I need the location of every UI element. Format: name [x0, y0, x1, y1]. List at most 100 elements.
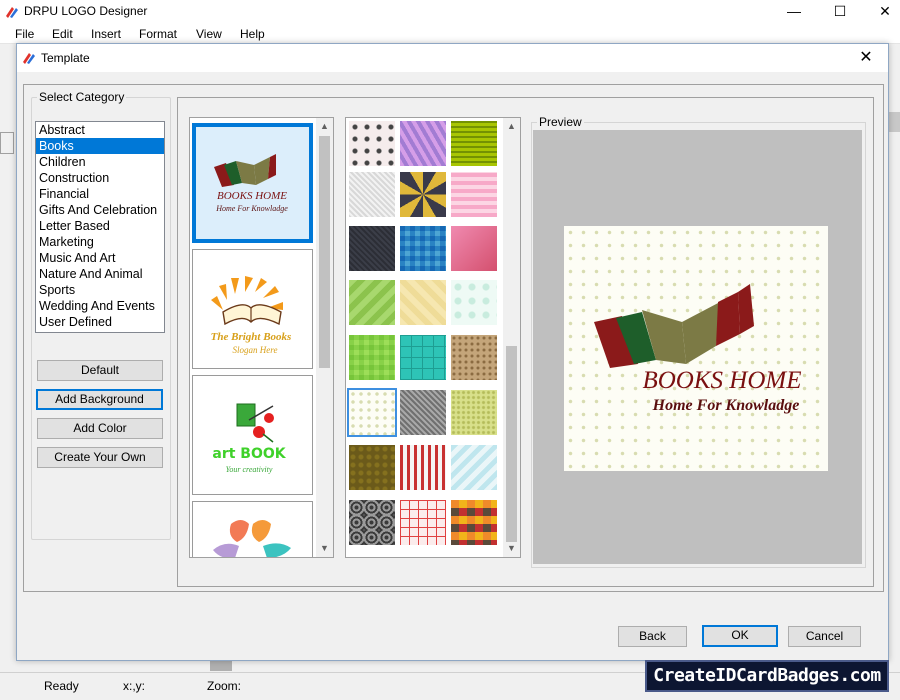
- background-tab: [0, 132, 14, 154]
- template-dialog: Template ✕ Select Category Abstract Book…: [16, 43, 889, 661]
- bright-books-thumb: The Bright Books Slogan Here: [211, 276, 292, 355]
- menu-help[interactable]: Help: [240, 27, 265, 41]
- app-logo-icon: [6, 7, 18, 18]
- background-swatch[interactable]: [400, 500, 446, 545]
- status-zoom: Zoom:: [207, 679, 242, 693]
- app-logo-icon: [23, 53, 35, 64]
- background-swatch-selected[interactable]: [347, 388, 397, 437]
- background-scroll: [889, 112, 900, 132]
- background-swatch[interactable]: [400, 335, 446, 380]
- background-swatch[interactable]: [349, 226, 395, 271]
- scroll-thumb[interactable]: [319, 136, 330, 368]
- preview-label: Preview: [537, 115, 584, 129]
- background-swatch[interactable]: [451, 335, 497, 380]
- category-item[interactable]: Marketing: [36, 234, 164, 250]
- chevron-up-icon[interactable]: ▲: [503, 118, 520, 135]
- background-swatch[interactable]: [451, 172, 497, 217]
- menu-file[interactable]: File: [15, 27, 34, 41]
- template-list[interactable]: BOOKS HOME Home For Knowladge The Bright…: [189, 117, 334, 558]
- watermark-logo: CreateIDCardBadges.com: [645, 660, 889, 692]
- template-title: The Bright Books: [211, 331, 292, 343]
- default-button[interactable]: Default: [37, 360, 163, 381]
- background-swatch[interactable]: [400, 172, 446, 217]
- category-item[interactable]: Letter Based: [36, 218, 164, 234]
- background-list[interactable]: ▲ ▼: [345, 117, 521, 558]
- background-swatch[interactable]: [349, 121, 395, 166]
- books-logo-preview: BOOKS HOME Home For Knowladge: [594, 284, 802, 414]
- background-swatch[interactable]: [400, 121, 446, 166]
- status-ready: Ready: [44, 679, 79, 693]
- background-swatch[interactable]: [400, 226, 446, 271]
- scroll-thumb[interactable]: [506, 346, 517, 542]
- create-your-own-button[interactable]: Create Your Own: [37, 447, 163, 468]
- add-color-button[interactable]: Add Color: [37, 418, 163, 439]
- template-title: art BOOK: [212, 446, 286, 462]
- template-subtitle: Your creativity: [226, 465, 273, 474]
- template-subtitle: Slogan Here: [233, 345, 278, 355]
- background-scrollbar[interactable]: ▲ ▼: [503, 118, 520, 557]
- dialog-titlebar: Template ✕: [17, 44, 888, 72]
- background-swatch[interactable]: [451, 121, 497, 166]
- close-icon[interactable]: ✕: [848, 44, 884, 72]
- cancel-button[interactable]: Cancel: [788, 626, 861, 647]
- template-item[interactable]: The Bright Books Slogan Here: [192, 249, 313, 369]
- close-app-button[interactable]: ✕: [862, 0, 900, 24]
- status-coords: x:,y:: [123, 679, 146, 693]
- menu-insert[interactable]: Insert: [91, 27, 121, 41]
- background-swatch[interactable]: [349, 172, 395, 217]
- category-item[interactable]: Children: [36, 154, 164, 170]
- category-item[interactable]: Nature And Animal: [36, 266, 164, 282]
- template-title: BOOKS HOME: [217, 190, 287, 202]
- template-subtitle: Home For Knowladge: [215, 204, 288, 213]
- back-button[interactable]: Back: [618, 626, 687, 647]
- background-swatch[interactable]: [451, 445, 497, 490]
- background-swatch[interactable]: [400, 280, 446, 325]
- category-item[interactable]: Sports: [36, 282, 164, 298]
- menu-format[interactable]: Format: [139, 27, 177, 41]
- template-scrollbar[interactable]: ▲ ▼: [316, 118, 333, 557]
- category-item-selected[interactable]: Books: [36, 138, 164, 154]
- category-item[interactable]: Gifts And Celebration: [36, 202, 164, 218]
- background-swatch[interactable]: [451, 280, 497, 325]
- books-logo-thumb: BOOKS HOME Home For Knowladge: [196, 127, 309, 239]
- background-swatch[interactable]: [349, 500, 395, 545]
- background-swatch[interactable]: [400, 390, 446, 435]
- menu-edit[interactable]: Edit: [52, 27, 73, 41]
- category-list[interactable]: Abstract Books Children Construction Fin…: [35, 121, 165, 333]
- category-item[interactable]: Music And Art: [36, 250, 164, 266]
- background-swatch[interactable]: [451, 226, 497, 271]
- preview-title: BOOKS HOME: [642, 367, 801, 394]
- template-item[interactable]: [192, 501, 313, 557]
- chevron-down-icon[interactable]: ▼: [316, 540, 333, 557]
- background-swatch[interactable]: [349, 280, 395, 325]
- menu-bar: File Edit Insert Format View Help: [0, 24, 900, 44]
- minimize-button[interactable]: —: [771, 0, 817, 24]
- category-item[interactable]: Wedding And Events: [36, 298, 164, 314]
- background-swatch[interactable]: [349, 445, 395, 490]
- category-item[interactable]: Abstract: [36, 122, 164, 138]
- maximize-button[interactable]: ☐: [817, 0, 863, 24]
- abstract-petals-thumb: [213, 520, 291, 557]
- ok-button[interactable]: OK: [702, 625, 778, 647]
- chevron-down-icon[interactable]: ▼: [503, 540, 520, 557]
- background-swatch[interactable]: [451, 500, 497, 545]
- art-book-thumb: art BOOK Your creativity: [212, 403, 287, 474]
- add-background-button[interactable]: Add Background: [36, 389, 163, 410]
- background-swatch[interactable]: [349, 335, 395, 380]
- menu-view[interactable]: View: [196, 27, 222, 41]
- category-item[interactable]: Financial: [36, 186, 164, 202]
- chevron-up-icon[interactable]: ▲: [316, 118, 333, 135]
- preview-logo: BOOKS HOME Home For Knowladge: [564, 226, 828, 471]
- dialog-title: Template: [41, 51, 90, 65]
- app-titlebar: DRPU LOGO Designer — ☐ ✕: [0, 0, 900, 24]
- category-item[interactable]: Construction: [36, 170, 164, 186]
- template-item-selected[interactable]: BOOKS HOME Home For Knowladge: [192, 123, 313, 243]
- template-item[interactable]: art BOOK Your creativity: [192, 375, 313, 495]
- preview-subtitle: Home For Knowladge: [652, 397, 800, 414]
- background-swatch[interactable]: [451, 390, 497, 435]
- select-category-label: Select Category: [37, 90, 127, 104]
- background-swatch[interactable]: [400, 445, 446, 490]
- background-scroll-h: [210, 661, 232, 671]
- app-title: DRPU LOGO Designer: [24, 4, 148, 18]
- category-item[interactable]: User Defined: [36, 314, 164, 330]
